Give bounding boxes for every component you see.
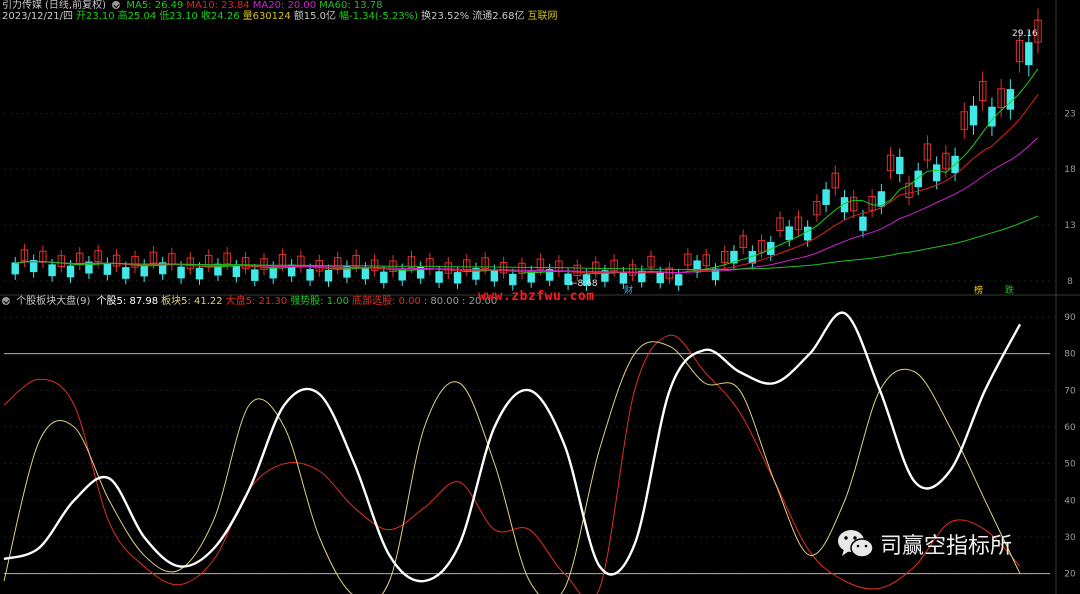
indicator-value-3: 强势股: 1.00 <box>290 296 350 307</box>
indicator-values: 个股5: 87.98 板块5: 41.22 大盘5: 21.30 强势股: 1.00 底… <box>97 296 501 307</box>
candle <box>859 216 867 231</box>
indicator-name: 个股板块大盘(9) <box>16 296 91 307</box>
indicator-tick-label: 20 <box>1064 570 1076 580</box>
indicator-value-5: : 80.00 <box>423 296 460 307</box>
brand-badge: 司赢空指标所 <box>836 527 1012 561</box>
price-tick-label: 23 <box>1064 109 1075 119</box>
candle <box>453 272 462 284</box>
price-tick-label: 8 <box>1067 277 1073 287</box>
high-price-label: 29.16 <box>1012 29 1038 39</box>
low-price-label: ←8.68 <box>570 279 598 289</box>
indicator-tick-label: 70 <box>1064 386 1076 396</box>
candle <box>435 271 443 283</box>
candle <box>48 264 56 277</box>
candle <box>490 269 499 282</box>
candle <box>1025 42 1033 66</box>
candle <box>103 262 112 275</box>
candle <box>896 156 904 175</box>
ma10-line <box>15 94 1039 274</box>
indicator-value-1: 板块5: 41.22 <box>161 296 223 307</box>
candle <box>822 189 830 205</box>
candle <box>177 266 185 279</box>
indicator-tick-label: 30 <box>1064 533 1076 543</box>
candle <box>509 273 517 286</box>
price-tick-label: 13 <box>1064 221 1075 231</box>
indicator-value-2: 大盘5: 21.30 <box>225 296 288 307</box>
check-icon[interactable] <box>2 297 10 305</box>
candle <box>932 164 941 182</box>
candle <box>969 105 978 126</box>
candle <box>66 265 75 278</box>
wechat-icon <box>836 527 876 561</box>
indicator-tick-label: 80 <box>1064 350 1076 360</box>
price-tick-label: 18 <box>1064 165 1076 175</box>
candle <box>251 269 259 281</box>
candle <box>619 272 628 284</box>
candle <box>269 266 277 279</box>
indicator-value-4: 底部选股: 0.00 <box>352 296 421 307</box>
candle <box>29 260 38 273</box>
watermark-site: www.zbzfwu.com <box>478 289 595 304</box>
candle <box>195 267 204 280</box>
candle <box>140 264 148 277</box>
cai-marker: 财 <box>624 284 633 296</box>
candle <box>527 271 535 283</box>
candle <box>656 271 664 284</box>
bang-marker: 榜 <box>974 284 983 296</box>
indicator-tick-label: 50 <box>1064 460 1076 470</box>
candle <box>232 265 241 278</box>
candle <box>361 267 370 280</box>
candle <box>398 268 406 281</box>
candle <box>914 170 922 188</box>
candle <box>324 269 333 282</box>
indicator-header: 个股板块大盘(9) 个股5: 87.98 板块5: 41.22 大盘5: 21.30… <box>2 296 503 308</box>
brand-name: 司赢空指标所 <box>880 534 1013 559</box>
indicator-value-0: 个股5: 87.98 <box>96 296 159 307</box>
ma5-line <box>15 68 1039 275</box>
candle <box>803 226 812 241</box>
candle <box>122 267 130 279</box>
candle <box>306 268 314 281</box>
candle <box>785 226 793 241</box>
indicator-tick-label: 60 <box>1064 423 1076 433</box>
candle <box>11 262 19 275</box>
candle <box>380 271 388 284</box>
die-marker: 跌 <box>1005 285 1014 296</box>
indicator-tick-label: 90 <box>1064 313 1076 323</box>
candle <box>674 274 683 286</box>
indicator-tick-label: 40 <box>1064 496 1076 506</box>
